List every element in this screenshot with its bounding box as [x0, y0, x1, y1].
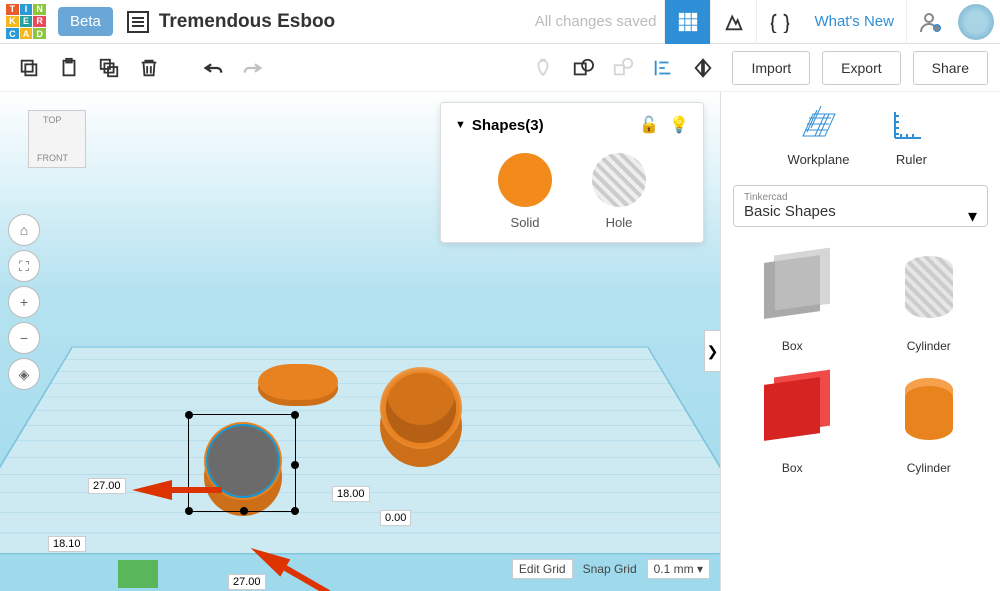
document-icon[interactable] [127, 11, 149, 33]
title-area: Tremendous Esboo [127, 11, 335, 33]
hole-option[interactable]: Hole [592, 153, 646, 230]
paste-button[interactable] [52, 51, 86, 85]
logo-cell: C [6, 28, 19, 39]
workplane-tool[interactable]: Workplane [788, 106, 850, 167]
logo-cell: I [20, 4, 33, 15]
lib-category: Tinkercad [744, 192, 977, 203]
ruler-label: Ruler [896, 152, 927, 167]
solid-option[interactable]: Solid [498, 153, 552, 230]
object-disc[interactable] [258, 364, 338, 400]
project-title[interactable]: Tremendous Esboo [159, 11, 335, 33]
dimension-label[interactable]: 27.00 [228, 574, 266, 590]
panel-title: Shapes(3) [472, 117, 639, 134]
collapse-icon[interactable]: ▼ [455, 119, 466, 131]
logo-cell: R [33, 16, 46, 27]
share-button[interactable]: Share [913, 51, 988, 85]
logo-cell: N [33, 4, 46, 15]
shape-cylinder-solid[interactable]: Cylinder [870, 367, 989, 475]
box-icon [764, 377, 820, 441]
save-status: All changes saved [535, 13, 657, 30]
redo-button[interactable] [236, 51, 270, 85]
align-button[interactable] [646, 51, 680, 85]
ungroup-button[interactable] [606, 51, 640, 85]
view-cube[interactable]: TOP FRONT [28, 110, 86, 168]
logo-cell: D [33, 28, 46, 39]
mirror-button[interactable] [686, 51, 720, 85]
account-button[interactable]: + [906, 0, 952, 44]
export-button[interactable]: Export [822, 51, 900, 85]
tinkercad-logo[interactable]: T I N K E R C A D [0, 0, 52, 44]
panel-header: ▼ Shapes(3) 🔓 💡 [455, 115, 689, 135]
group-button[interactable] [566, 51, 600, 85]
solid-label: Solid [498, 215, 552, 230]
ortho-view-button[interactable]: ◈ [8, 358, 40, 390]
whats-new-link[interactable]: What's New [802, 13, 906, 30]
svg-text:+: + [934, 24, 939, 33]
import-button[interactable]: Import [732, 51, 810, 85]
unlock-icon[interactable]: 🔓 [639, 115, 659, 135]
shapes-inspector-panel[interactable]: ▼ Shapes(3) 🔓 💡 Solid Hole [440, 102, 704, 243]
logo-cell: E [20, 16, 33, 27]
snap-grid-label: Snap Grid [583, 562, 637, 576]
shape-box-hole[interactable]: Box [733, 245, 852, 353]
dimension-label[interactable]: 18.10 [48, 536, 86, 552]
ruler-tool[interactable]: Ruler [889, 106, 933, 167]
shapes-grid: Box Cylinder Box Cylinder [733, 245, 988, 475]
box-icon [764, 255, 820, 319]
visibility-button[interactable] [526, 51, 560, 85]
undo-button[interactable] [196, 51, 230, 85]
shape-label: Box [733, 339, 852, 353]
ruler-origin[interactable] [118, 560, 158, 588]
cylinder-icon [905, 378, 953, 440]
shape-box-solid[interactable]: Box [733, 367, 852, 475]
design-mode-button[interactable] [664, 0, 710, 44]
shape-cylinder-hole[interactable]: Cylinder [870, 245, 989, 353]
workplane-label: Workplane [788, 152, 850, 167]
beta-badge: Beta [58, 7, 113, 36]
logo-cell: T [6, 4, 19, 15]
solid-swatch-icon [498, 153, 552, 207]
edit-grid-button[interactable]: Edit Grid [512, 559, 573, 579]
toolbar: Import Export Share [0, 44, 1000, 92]
delete-button[interactable] [132, 51, 166, 85]
nav-controls: ⌂ ⛶ + − ◈ [8, 214, 40, 390]
zoom-out-button[interactable]: − [8, 322, 40, 354]
duplicate-button[interactable] [92, 51, 126, 85]
hole-swatch-icon [592, 153, 646, 207]
chevron-down-icon: ▾ [968, 206, 977, 227]
cylinder-icon [905, 256, 953, 318]
copy-button[interactable] [12, 51, 46, 85]
home-view-button[interactable]: ⌂ [8, 214, 40, 246]
view-cube-top: TOP [43, 115, 61, 125]
workplane-grid [0, 347, 720, 555]
shape-label: Cylinder [870, 461, 989, 475]
lib-name: Basic Shapes [744, 203, 977, 220]
shape-label: Box [733, 461, 852, 475]
logo-cell: K [6, 16, 19, 27]
top-bar: T I N K E R C A D Beta Tremendous Esboo … [0, 0, 1000, 44]
snap-bar: Edit Grid Snap Grid 0.1 mm ▾ [512, 559, 710, 579]
snap-grid-select[interactable]: 0.1 mm ▾ [647, 559, 710, 579]
bulb-icon[interactable]: 💡 [669, 115, 689, 135]
panel-collapse-tab[interactable]: ❯ [704, 330, 720, 372]
object-cylinder-hollow[interactable] [380, 367, 462, 449]
dimension-label[interactable]: 18.00 [332, 486, 370, 502]
fit-view-button[interactable]: ⛶ [8, 250, 40, 282]
hole-label: Hole [592, 215, 646, 230]
shape-label: Cylinder [870, 339, 989, 353]
dimension-label[interactable]: 27.00 [88, 478, 126, 494]
zoom-in-button[interactable]: + [8, 286, 40, 318]
dimension-label[interactable]: 0.00 [380, 510, 411, 526]
blocks-mode-button[interactable] [710, 0, 756, 44]
annotation-arrow [132, 480, 172, 500]
view-cube-front: FRONT [37, 153, 68, 163]
shape-library-select[interactable]: Tinkercad Basic Shapes ▾ [733, 185, 988, 227]
user-avatar[interactable] [958, 4, 994, 40]
code-mode-button[interactable] [756, 0, 802, 44]
logo-cell: A [20, 28, 33, 39]
shape-library-panel: Workplane Ruler Tinkercad Basic Shapes ▾… [720, 92, 1000, 591]
